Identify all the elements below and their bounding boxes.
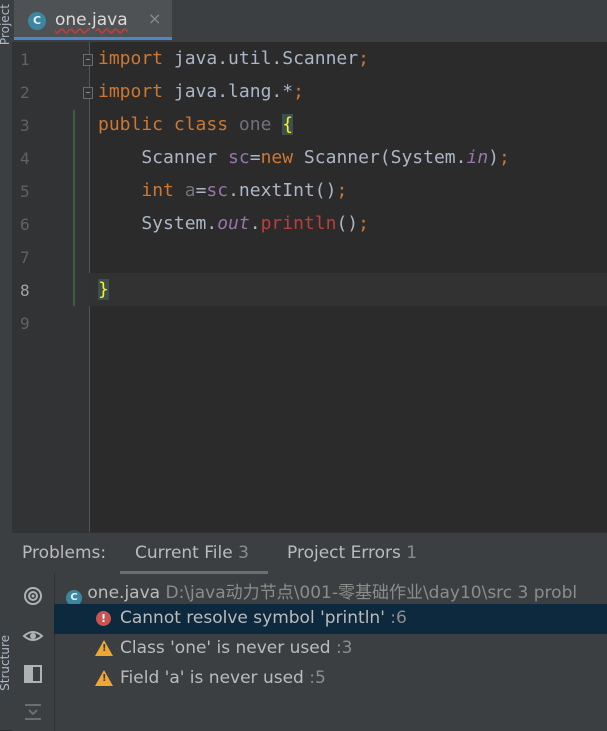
line-number: 5 (20, 182, 30, 201)
problem-message: Class 'one' is never used (120, 638, 331, 658)
fold-marker-icon[interactable] (83, 54, 93, 66)
problem-item[interactable]: ! Field 'a' is never used :5 (54, 664, 607, 694)
line-number: 1 (20, 50, 30, 69)
code-line-8: } (98, 279, 109, 300)
tab-current-file[interactable]: Current File 3 (135, 543, 249, 563)
line-number: 9 (20, 314, 30, 333)
tab-project-errors-label: Project Errors (287, 543, 401, 563)
problems-file-path: D:\java动力节点\001-零基础作业\day10\src (165, 583, 513, 603)
code-line-1: import java.util.Scanner; (98, 48, 369, 69)
line-number: 6 (20, 215, 30, 234)
problems-file-summary: 3 probl (517, 583, 578, 603)
line-number: 7 (20, 248, 30, 267)
eye-icon[interactable] (22, 625, 44, 647)
code-line-5: int a=sc.nextInt(); (141, 180, 348, 201)
problems-file-name: one.java (87, 583, 161, 603)
active-tab-indicator (120, 571, 268, 574)
code-line-6: System.out.println(); (98, 213, 369, 234)
problems-title: Problems: (22, 543, 107, 563)
tab-project-errors[interactable]: Project Errors 1 (287, 543, 417, 563)
problems-file-node[interactable]: C one.java D:\java动力节点\001-零基础作业\day10\s… (66, 578, 607, 604)
java-class-icon: C (66, 590, 82, 604)
problem-item[interactable]: ! Cannot resolve symbol 'println' :6 (54, 604, 607, 634)
code-line-3: public class one { (98, 114, 294, 135)
autoscroll-icon[interactable] (22, 585, 44, 607)
problem-item[interactable]: ! Class 'one' is never used :3 (54, 634, 607, 664)
editor-tab-bar: C one.java × (12, 0, 607, 43)
line-number: 2 (20, 83, 30, 102)
problems-toolbar (12, 573, 55, 731)
project-tool-button[interactable]: Project (0, 4, 12, 45)
line-number: 4 (20, 149, 30, 168)
preview-panel-icon[interactable] (22, 663, 44, 685)
error-icon: ! (96, 611, 111, 626)
tab-current-file-count: 3 (238, 543, 249, 563)
warning-icon: ! (95, 670, 113, 686)
scope-indent-guide (73, 110, 75, 306)
code-line-4: Scanner sc=new Scanner(System.in); (98, 147, 510, 168)
tab-project-errors-count: 1 (406, 543, 418, 563)
tab-one-java[interactable]: C one.java × (14, 0, 172, 40)
tab-current-file-label: Current File (135, 543, 233, 563)
problem-line: :6 (390, 608, 407, 628)
java-class-icon: C (28, 12, 46, 30)
structure-tool-button[interactable]: Structure (0, 635, 12, 691)
problem-line: :3 (335, 638, 353, 658)
problem-line: :5 (309, 668, 326, 688)
tab-label: one.java (55, 10, 128, 30)
line-number-current: 8 (20, 281, 30, 300)
code-editor[interactable]: 1 2 3 4 5 6 7 8 9 import java.util.Scann… (12, 42, 607, 532)
collapse-all-icon[interactable] (22, 701, 44, 723)
line-number: 3 (20, 116, 30, 135)
close-icon[interactable]: × (148, 9, 161, 28)
problem-message: Field 'a' is never used (120, 668, 304, 688)
problem-message: Cannot resolve symbol 'println' (120, 608, 385, 628)
problems-panel: Problems: Current File 3 Project Errors … (12, 532, 607, 731)
fold-marker-icon[interactable] (83, 87, 93, 99)
code-line-2: import java.lang.*; (98, 81, 304, 102)
warning-icon: ! (95, 640, 113, 656)
